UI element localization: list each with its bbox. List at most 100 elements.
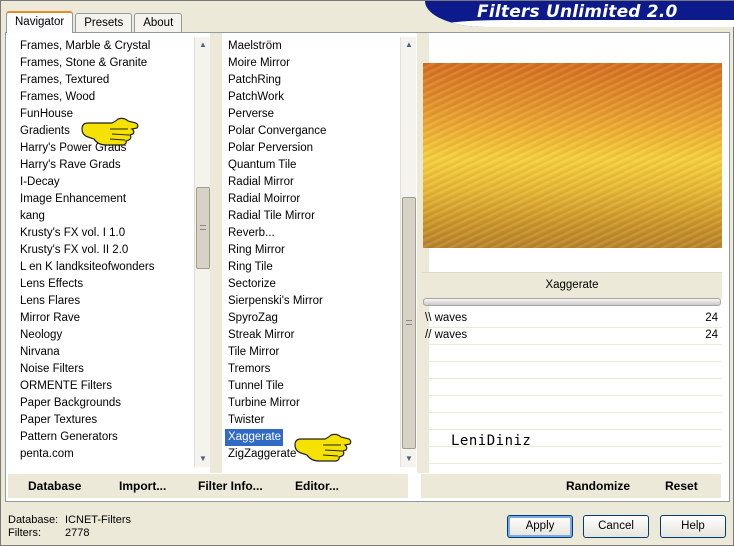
category-list-item[interactable]: Krusty's FX vol. II 2.0 bbox=[17, 242, 192, 259]
database-link[interactable]: Database bbox=[28, 479, 81, 493]
filter-list-item[interactable]: Tremors bbox=[225, 361, 397, 378]
filter-list-item[interactable]: Sectorize bbox=[225, 276, 397, 293]
category-list-item[interactable]: kang bbox=[17, 208, 192, 225]
filter-list-item[interactable]: Ring Tile bbox=[225, 259, 397, 276]
filter-list-item[interactable]: Radial Moirror bbox=[225, 191, 397, 208]
category-list-item[interactable]: penta.com bbox=[17, 446, 192, 463]
filter-list-item[interactable]: Maelström bbox=[225, 38, 397, 55]
apply-button[interactable]: Apply bbox=[507, 515, 573, 538]
category-list-item[interactable]: Frames, Marble & Crystal bbox=[17, 38, 192, 55]
filter-list-item[interactable]: Quantum Tile bbox=[225, 157, 397, 174]
category-list-item[interactable]: L en K landksiteofwonders bbox=[17, 259, 192, 276]
filter-list-item[interactable]: Radial Mirror bbox=[225, 174, 397, 191]
list-item-label: Maelström bbox=[228, 40, 282, 52]
category-list-item[interactable]: Krusty's FX vol. I 1.0 bbox=[17, 225, 192, 242]
tab-navigator[interactable]: Navigator bbox=[6, 11, 74, 33]
list-item-label: ORMENTE Filters bbox=[20, 380, 112, 392]
help-button[interactable]: Help bbox=[660, 515, 726, 538]
database-value: ICNET-Filters bbox=[65, 514, 131, 526]
list-item-label: Streak Mirror bbox=[228, 329, 295, 341]
navigator-panel: Frames, Marble & Crystal Frames, Stone & … bbox=[5, 32, 730, 502]
filter-list-item[interactable]: Radial Tile Mirror bbox=[225, 208, 397, 225]
filter-list-item[interactable]: SpyroZag bbox=[225, 310, 397, 327]
param-row[interactable]: \\ waves 24 bbox=[422, 311, 722, 328]
filter-list-item[interactable]: Moire Mirror bbox=[225, 55, 397, 72]
param-row-empty bbox=[422, 447, 722, 464]
category-list-item[interactable]: Image Enhancement bbox=[17, 191, 192, 208]
category-list-item[interactable]: Neology bbox=[17, 327, 192, 344]
list-item-label: Mirror Rave bbox=[20, 312, 81, 324]
param-row-empty bbox=[422, 379, 722, 396]
list-item-label: Frames, Stone & Granite bbox=[20, 57, 148, 69]
list-item-label: Ring Mirror bbox=[228, 244, 285, 256]
category-list-item[interactable]: Lens Effects bbox=[17, 276, 192, 293]
param-row[interactable]: // waves 24 bbox=[422, 328, 722, 345]
category-list-item[interactable]: Paper Textures bbox=[17, 412, 192, 429]
category-list-item[interactable]: Frames, Wood bbox=[17, 89, 192, 106]
list-item-label: Reverb... bbox=[228, 227, 275, 239]
tab-about[interactable]: About bbox=[134, 13, 183, 33]
pointing-hand-icon bbox=[80, 113, 140, 149]
category-list-item[interactable]: Lens Flares bbox=[17, 293, 192, 310]
list-item-label: I-Decay bbox=[20, 176, 60, 188]
filter-list-item[interactable]: Tile Mirror bbox=[225, 344, 397, 361]
editor-link[interactable]: Editor... bbox=[295, 479, 339, 493]
filter-scrollbar[interactable]: ▲ ▼ bbox=[400, 37, 416, 467]
scroll-down-icon[interactable]: ▼ bbox=[401, 451, 417, 467]
scroll-up-icon[interactable]: ▲ bbox=[195, 37, 211, 53]
tab-presets[interactable]: Presets bbox=[75, 13, 133, 33]
tab-bar: Navigator Presets About bbox=[6, 11, 184, 33]
category-list-item[interactable]: I-Decay bbox=[17, 174, 192, 191]
list-item-label: Ring Tile bbox=[228, 261, 273, 273]
scroll-down-icon[interactable]: ▼ bbox=[195, 451, 211, 467]
scroll-up-icon[interactable]: ▲ bbox=[401, 37, 417, 53]
filter-preview-image bbox=[423, 63, 722, 248]
title-banner: Filters Unlimited 2.0 bbox=[425, 1, 734, 27]
list-item-label: Tunnel Tile bbox=[228, 380, 284, 392]
category-scrollbar[interactable]: ▲ ▼ bbox=[194, 37, 210, 467]
category-list-item[interactable]: Noise Filters bbox=[17, 361, 192, 378]
list-item-label: Nirvana bbox=[20, 346, 60, 358]
cancel-button[interactable]: Cancel bbox=[583, 515, 649, 538]
category-list-item[interactable]: Pattern Generators bbox=[17, 429, 192, 446]
filters-count-label: Filters: bbox=[8, 527, 41, 539]
category-list-item[interactable]: ORMENTE Filters bbox=[17, 378, 192, 395]
filter-list-item[interactable]: Turbine Mirror bbox=[225, 395, 397, 412]
scroll-thumb[interactable] bbox=[402, 197, 416, 449]
list-item-label: Quantum Tile bbox=[228, 159, 297, 171]
randomize-link[interactable]: Randomize bbox=[566, 479, 630, 493]
param-name: \\ waves bbox=[425, 312, 468, 324]
scroll-thumb[interactable] bbox=[196, 187, 210, 269]
list-item-label: Radial Mirror bbox=[228, 176, 294, 188]
filter-list-item[interactable]: Sierpenski's Mirror bbox=[225, 293, 397, 310]
param-value: 24 bbox=[705, 312, 718, 324]
filter-list-item[interactable]: PatchWork bbox=[225, 89, 397, 106]
category-list-item[interactable]: Mirror Rave bbox=[17, 310, 192, 327]
filter-list-item[interactable]: Reverb... bbox=[225, 225, 397, 242]
category-list[interactable]: Frames, Marble & Crystal Frames, Stone & … bbox=[17, 38, 192, 468]
filter-info-link[interactable]: Filter Info... bbox=[198, 479, 263, 493]
category-list-item[interactable]: Paper Backgrounds bbox=[17, 395, 192, 412]
filter-list-item[interactable]: Polar Convergance bbox=[225, 123, 397, 140]
category-list-item[interactable]: Harry's Rave Grads bbox=[17, 157, 192, 174]
filter-list-item[interactable]: Twister bbox=[225, 412, 397, 429]
list-divider bbox=[210, 33, 222, 473]
import-link[interactable]: Import... bbox=[119, 479, 166, 493]
watermark-signature: LeniDiniz bbox=[451, 433, 532, 449]
category-list-item[interactable]: Frames, Stone & Granite bbox=[17, 55, 192, 72]
reset-link[interactable]: Reset bbox=[665, 479, 698, 493]
filter-list-item[interactable]: Streak Mirror bbox=[225, 327, 397, 344]
filter-list-item[interactable]: Ring Mirror bbox=[225, 242, 397, 259]
filter-list-item[interactable]: Polar Perversion bbox=[225, 140, 397, 157]
filter-list-item[interactable]: Tunnel Tile bbox=[225, 378, 397, 395]
list-item-label: Image Enhancement bbox=[20, 193, 127, 205]
category-list-item[interactable]: Frames, Textured bbox=[17, 72, 192, 89]
filter-list-item[interactable]: PatchRing bbox=[225, 72, 397, 89]
filter-list-item[interactable]: Perverse bbox=[225, 106, 397, 123]
category-list-item[interactable]: Nirvana bbox=[17, 344, 192, 361]
list-item-label: penta.com bbox=[20, 448, 74, 460]
list-item-label: Frames, Wood bbox=[20, 91, 96, 103]
list-item-label: Krusty's FX vol. I 1.0 bbox=[20, 227, 126, 239]
database-toolbar: Database Import... Filter Info... Editor… bbox=[8, 474, 408, 498]
filter-list[interactable]: Maelström Moire Mirror PatchRing PatchWork P… bbox=[225, 38, 397, 468]
